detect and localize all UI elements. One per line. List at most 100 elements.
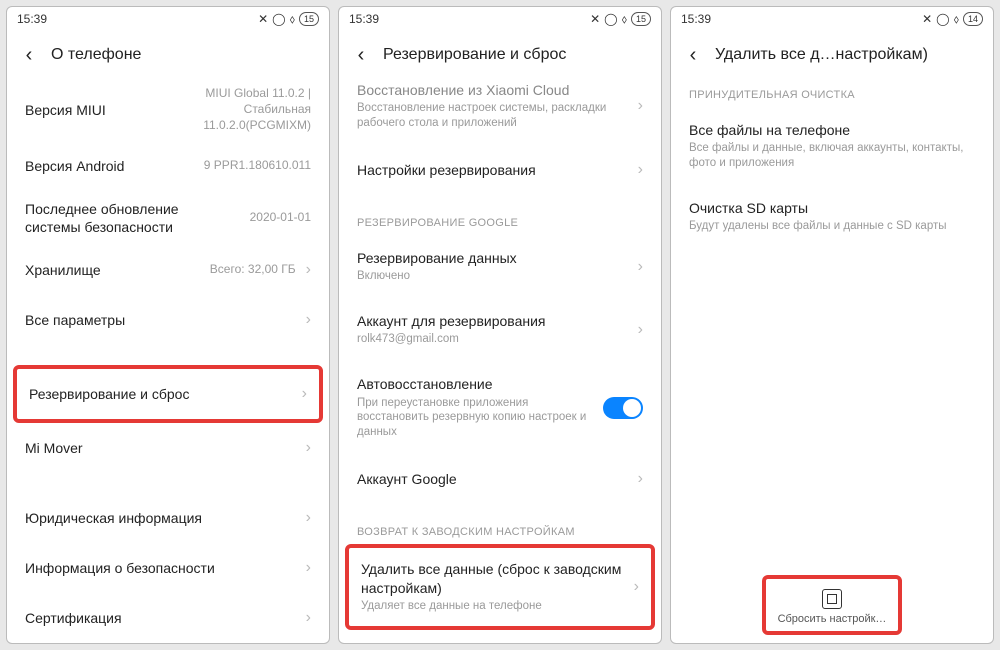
label: Резервирование данных	[357, 249, 628, 267]
status-bar: 15:39 ✕ ◯ ⬨ 15	[7, 7, 329, 31]
row-all-files-phone[interactable]: Все файлы на телефоне Все файлы и данные…	[671, 107, 993, 185]
chevron-right-icon: ›	[638, 321, 643, 339]
chevron-right-icon: ›	[634, 578, 639, 596]
section-google-backup: РЕЗЕРВИРОВАНИЕ GOOGLE	[339, 195, 661, 235]
chevron-right-icon: ›	[306, 609, 311, 627]
spacer	[7, 473, 329, 493]
section-factory-reset: ВОЗВРАТ К ЗАВОДСКИМ НАСТРОЙКАМ	[339, 504, 661, 544]
value: 9 PPR1.180610.011	[204, 158, 311, 174]
label: Аккаунт для резервирования	[357, 312, 628, 330]
dnd-icon: ✕	[922, 12, 932, 26]
page-title: Удалить все д…настройкам)	[715, 46, 985, 64]
content: Восстановление из Xiaomi Cloud Восстанов…	[339, 79, 661, 643]
chevron-right-icon: ›	[306, 559, 311, 577]
wifi-icon: ⬨	[954, 12, 959, 27]
row-xiaomi-cloud-restore[interactable]: Восстановление из Xiaomi Cloud Восстанов…	[339, 79, 661, 145]
phone-screen-about: 15:39 ✕ ◯ ⬨ 15 ‹ О телефоне Версия MIUI …	[6, 6, 330, 644]
spacer	[671, 248, 993, 575]
value: 2020-01-01	[250, 210, 311, 226]
battery-icon: 15	[631, 12, 651, 26]
row-storage[interactable]: Хранилище Всего: 32,00 ГБ ›	[7, 245, 329, 295]
row-security-patch[interactable]: Последнее обновление системы безопасност…	[7, 191, 329, 245]
label: Автовосстановление	[357, 375, 593, 393]
app-header: ‹ Удалить все д…настройкам)	[671, 31, 993, 79]
back-button[interactable]: ‹	[15, 41, 43, 69]
row-android-version[interactable]: Версия Android 9 PPR1.180610.011	[7, 141, 329, 191]
app-header: ‹ Резервирование и сброс	[339, 31, 661, 79]
sublabel: Восстановление настроек системы, расклад…	[357, 101, 628, 131]
row-certification[interactable]: Сертификация ›	[7, 593, 329, 643]
highlight-factory-reset: Удалить все данные (сброс к заводским на…	[345, 544, 655, 629]
chevron-right-icon: ›	[638, 97, 643, 115]
row-mi-mover[interactable]: Mi Mover ›	[7, 423, 329, 473]
label: Аккаунт Google	[357, 470, 628, 488]
page-title: Резервирование и сброс	[383, 46, 653, 64]
sublabel: При переустановке приложения восстановит…	[357, 396, 593, 441]
label: Mi Mover	[25, 439, 296, 457]
sublabel: Будут удалены все файлы и данные с SD ка…	[689, 219, 975, 234]
app-header: ‹ О телефоне	[7, 31, 329, 79]
value: Всего: 32,00 ГБ	[210, 262, 296, 278]
highlight-reset-button: Сбросить настройк…	[762, 575, 902, 635]
status-bar: 15:39 ✕ ◯ ⬨ 15	[339, 7, 661, 31]
row-backup-reset[interactable]: Резервирование и сброс ›	[17, 369, 319, 419]
row-erase-all-data[interactable]: Удалить все данные (сброс к заводским на…	[349, 548, 651, 625]
chevron-right-icon: ›	[306, 261, 311, 279]
chevron-right-icon: ›	[302, 385, 307, 403]
label: Последнее обновление системы безопасност…	[25, 200, 240, 236]
back-button[interactable]: ‹	[679, 41, 707, 69]
chevron-right-icon: ›	[638, 258, 643, 276]
chevron-right-icon: ›	[638, 161, 643, 179]
label: Настройки резервирования	[357, 161, 628, 179]
label: Восстановление из Xiaomi Cloud	[357, 81, 628, 99]
label: Удалить все данные (сброс к заводским на…	[361, 560, 624, 596]
reset-icon	[822, 589, 842, 609]
signal-icon: ◯	[936, 12, 949, 26]
battery-icon: 14	[963, 12, 983, 26]
clock: 15:39	[17, 12, 47, 26]
label: Сертификация	[25, 609, 296, 627]
sublabel: Удаляет все данные на телефоне	[361, 599, 624, 614]
highlight-backup-reset: Резервирование и сброс ›	[13, 365, 323, 423]
chevron-right-icon: ›	[638, 470, 643, 488]
wifi-icon: ⬨	[290, 12, 295, 27]
wifi-icon: ⬨	[622, 12, 627, 27]
auto-restore-toggle[interactable]	[603, 397, 643, 419]
value: MIUI Global 11.0.2 | Стабильная 11.0.2.0…	[203, 86, 311, 133]
content: Версия MIUI MIUI Global 11.0.2 | Стабиль…	[7, 79, 329, 643]
dnd-icon: ✕	[258, 12, 268, 26]
back-button[interactable]: ‹	[347, 41, 375, 69]
section-forced-cleanup: ПРИНУДИТЕЛЬНАЯ ОЧИСТКА	[671, 79, 993, 107]
row-sd-cleanup[interactable]: Очистка SD карты Будут удалены все файлы…	[671, 185, 993, 248]
phone-screen-erase: 15:39 ✕ ◯ ⬨ 14 ‹ Удалить все д…настройка…	[670, 6, 994, 644]
dnd-icon: ✕	[590, 12, 600, 26]
label: Резервирование и сброс	[29, 385, 292, 403]
reset-label: Сбросить настройк…	[778, 613, 887, 625]
row-google-account[interactable]: Аккаунт Google ›	[339, 454, 661, 504]
label: Информация о безопасности	[25, 559, 296, 577]
page-title: О телефоне	[51, 46, 321, 64]
row-data-backup[interactable]: Резервирование данных Включено ›	[339, 235, 661, 298]
label: Версия MIUI	[25, 101, 193, 119]
label: Хранилище	[25, 261, 200, 279]
row-backup-account[interactable]: Аккаунт для резервирования rolk473@gmail…	[339, 298, 661, 361]
chevron-right-icon: ›	[306, 509, 311, 527]
row-safety-info[interactable]: Информация о безопасности ›	[7, 543, 329, 593]
label: Очистка SD карты	[689, 199, 975, 217]
signal-icon: ◯	[604, 12, 617, 26]
spacer	[7, 345, 329, 365]
sublabel: Все файлы и данные, включая аккаунты, ко…	[689, 141, 975, 171]
row-backup-settings[interactable]: Настройки резервирования ›	[339, 145, 661, 195]
chevron-right-icon: ›	[306, 311, 311, 329]
row-auto-restore[interactable]: Автовосстановление При переустановке при…	[339, 361, 661, 454]
row-all-specs[interactable]: Все параметры ›	[7, 295, 329, 345]
battery-icon: 15	[299, 12, 319, 26]
clock: 15:39	[349, 12, 379, 26]
status-bar: 15:39 ✕ ◯ ⬨ 14	[671, 7, 993, 31]
content: ПРИНУДИТЕЛЬНАЯ ОЧИСТКА Все файлы на теле…	[671, 79, 993, 643]
label: Все файлы на телефоне	[689, 121, 975, 139]
reset-settings-button[interactable]: Сбросить настройк…	[766, 579, 898, 631]
label: Юридическая информация	[25, 509, 296, 527]
row-miui-version[interactable]: Версия MIUI MIUI Global 11.0.2 | Стабиль…	[7, 79, 329, 141]
row-legal-info[interactable]: Юридическая информация ›	[7, 493, 329, 543]
